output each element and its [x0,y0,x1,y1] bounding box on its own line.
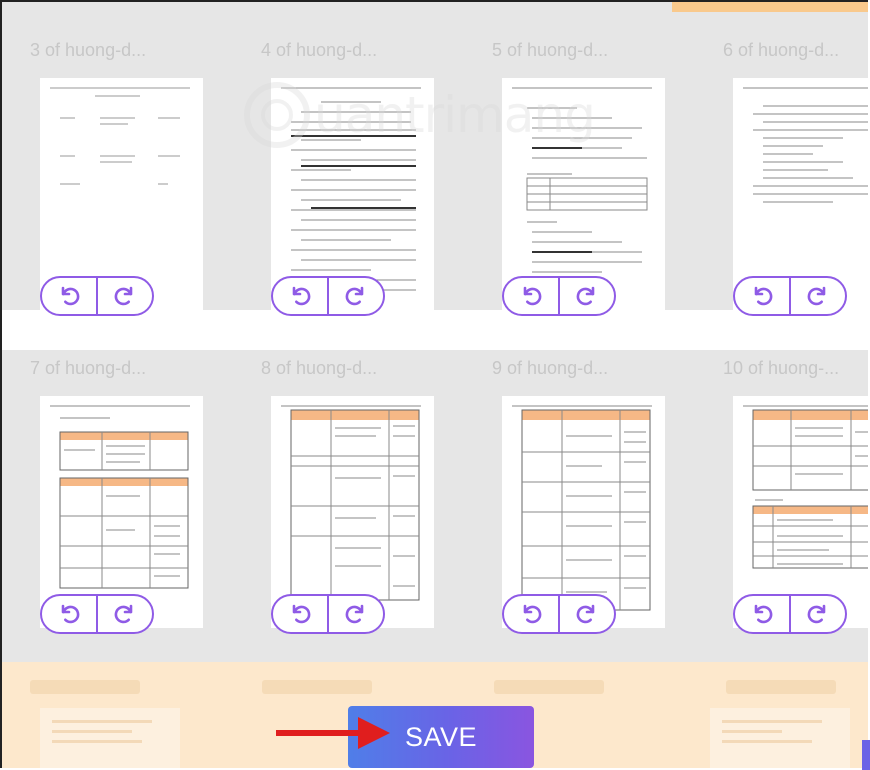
page-title: 4 of huong-d... [261,40,378,60]
faded-page-title [726,680,836,694]
rotate-controls [502,594,616,634]
rotate-right-button[interactable] [558,278,614,314]
rotate-right-icon [345,286,364,306]
rotate-left-button[interactable] [42,278,96,314]
rotate-left-icon [523,286,542,306]
faded-page-thumbnail [40,708,180,768]
faded-page-title [262,680,372,694]
rotate-right-icon [576,286,595,306]
rotate-left-button[interactable] [504,596,558,632]
red-arrow-annotation [276,717,390,749]
rotate-left-icon [61,286,80,306]
page-title: 9 of huong-d... [492,358,609,378]
rotate-left-icon [61,604,80,624]
page-title: 10 of huong-... [723,358,840,378]
rotate-right-button[interactable] [327,596,383,632]
side-scroll-tab[interactable] [862,740,870,770]
page-organizer-panel: 3 of huong-d... 4 of huong-d... 5 of huo… [0,0,868,768]
page-card[interactable]: 3 of huong-d... [12,40,212,320]
rotate-right-icon [807,286,826,306]
page-title: 8 of huong-d... [261,358,378,378]
rotate-left-button[interactable] [273,596,327,632]
rotate-left-button[interactable] [42,596,96,632]
rotate-right-button[interactable] [789,596,845,632]
rotate-controls [40,276,154,316]
page-card[interactable]: 7 of huong-d... [12,358,212,638]
rotate-right-icon [576,604,595,624]
page-card[interactable]: 8 of huong-d... [243,358,443,638]
rotate-right-icon [807,604,826,624]
rotate-controls [502,276,616,316]
rotate-right-icon [114,604,133,624]
rotate-right-button[interactable] [96,596,152,632]
rotate-left-button[interactable] [273,278,327,314]
rotate-left-button[interactable] [504,278,558,314]
rotate-left-icon [523,604,542,624]
rotate-right-button[interactable] [789,278,845,314]
rotate-left-icon [292,604,311,624]
rotate-right-icon [345,604,364,624]
rotate-controls [271,594,385,634]
rotate-right-button[interactable] [96,278,152,314]
page-title: 7 of huong-d... [30,358,147,378]
rotate-left-icon [754,604,773,624]
page-title: 3 of huong-d... [30,40,147,60]
page-card[interactable]: 6 of huong-d... [705,40,868,320]
page-card[interactable]: 5 of huong-d... [474,40,674,320]
rotate-controls [40,594,154,634]
rotate-right-button[interactable] [327,278,383,314]
rotate-controls [733,276,847,316]
rotate-right-icon [114,286,133,306]
page-card[interactable]: 9 of huong-d... [474,358,674,638]
rotate-left-icon [292,286,311,306]
page-grid: 3 of huong-d... 4 of huong-d... 5 of huo… [2,2,868,662]
rotate-left-icon [754,286,773,306]
faded-page-thumbnail [710,708,850,768]
rotate-controls [271,276,385,316]
rotate-left-button[interactable] [735,278,789,314]
faded-page-title [494,680,604,694]
page-card[interactable]: 10 of huong-... [705,358,868,638]
page-title: 5 of huong-d... [492,40,609,60]
save-button-label: SAVE [404,721,478,752]
page-title: 6 of huong-d... [723,40,840,60]
page-card[interactable]: 4 of huong-d... [243,40,443,320]
rotate-controls [733,594,847,634]
rotate-right-button[interactable] [558,596,614,632]
faded-page-title [30,680,140,694]
rotate-left-button[interactable] [735,596,789,632]
